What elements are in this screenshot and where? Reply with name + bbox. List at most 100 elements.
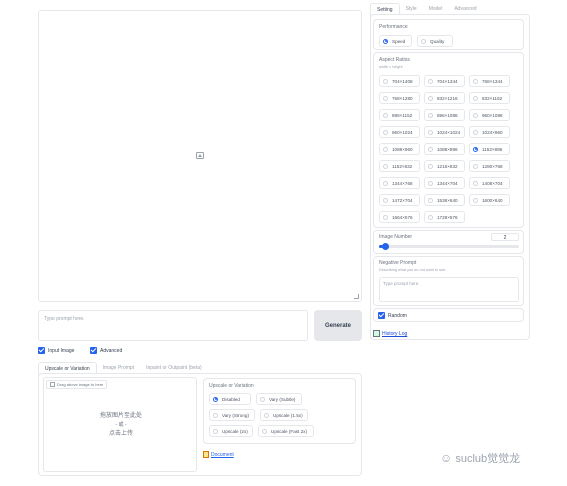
aspect-ratio-label: 1280×768 (482, 163, 503, 169)
aspect-ratio-option[interactable]: 704×1344 (424, 75, 465, 87)
radio-icon (473, 129, 478, 135)
performance-label: Performance (379, 24, 408, 30)
input-image-checkbox[interactable] (38, 347, 45, 354)
aspect-ratio-option[interactable]: 1024×960 (469, 126, 510, 138)
aspect-ratio-option[interactable]: 1088×896 (424, 143, 465, 155)
aspect-ratio-option[interactable]: 832×1152 (469, 92, 510, 104)
advanced-checkbox-row[interactable]: Advanced (90, 347, 122, 354)
document-link-row[interactable]: Document (203, 451, 234, 458)
upscale-options: Disabled Vary (Subtle) Vary (Strong) Ups… (209, 393, 355, 437)
upscale-option-disabled[interactable]: Disabled (209, 393, 251, 405)
slider-thumb[interactable] (382, 243, 390, 250)
negative-prompt-sub: Describing what you do not want to see. (379, 268, 447, 272)
negative-prompt-input[interactable]: Type prompt here. (379, 277, 519, 302)
aspect-ratio-option[interactable]: 1216×832 (424, 160, 465, 172)
upscale-option-vary-subtle[interactable]: Vary (Subtle) (256, 393, 302, 405)
radio-icon (383, 78, 388, 84)
aspect-ratio-label: 960×1088 (482, 112, 503, 118)
resize-handle[interactable] (354, 294, 359, 299)
radio-icon (428, 95, 433, 101)
aspect-ratio-option[interactable]: 1664×576 (379, 211, 420, 223)
image-number-group: Image Number 2 (373, 230, 524, 254)
option-label: Quality (430, 38, 445, 44)
aspect-ratio-option[interactable]: 1344×704 (424, 177, 465, 189)
aspect-ratio-label: 832×1216 (437, 95, 458, 101)
option-label: Upscale (Fast 2x) (271, 428, 307, 434)
watermark: ☺ suclub觉觉龙 (440, 450, 520, 466)
history-icon (373, 330, 380, 337)
radio-icon (428, 78, 433, 84)
option-label: Vary (Strong) (222, 412, 249, 418)
radio-selected-icon (473, 146, 478, 152)
document-link[interactable]: Document (211, 452, 234, 458)
aspect-ratio-label: 1216×832 (437, 163, 458, 169)
aspect-ratio-option[interactable]: 768×1344 (469, 75, 510, 87)
random-checkbox[interactable] (378, 312, 385, 319)
option-label: Upscale (2x) (222, 428, 248, 434)
aspect-ratio-label: 896×1152 (392, 112, 413, 118)
image-number-label: Image Number (379, 234, 413, 240)
upscale-option-upscale-2x[interactable]: Upscale (2x) (209, 425, 253, 437)
radio-icon (213, 428, 218, 434)
image-number-input[interactable]: 2 (491, 233, 519, 241)
radio-icon (473, 112, 478, 118)
aspect-ratio-option[interactable]: 960×1088 (469, 109, 510, 121)
aspect-ratio-option[interactable]: 768×1280 (379, 92, 420, 104)
advanced-label: Advanced (100, 347, 123, 354)
upload-dropzone[interactable]: Drag above image to here 拖放图片至此处 - 或 - 点… (43, 377, 197, 472)
drop-hint-text: Drag above image to here (57, 382, 104, 387)
prompt-input[interactable]: Type prompt here. (38, 310, 308, 341)
aspect-ratio-option[interactable]: 1024×1024 (424, 126, 465, 138)
aspect-ratio-option[interactable]: 896×1088 (424, 109, 465, 121)
aspect-ratio-option[interactable]: 704×1408 (379, 75, 420, 87)
aspect-ratio-option[interactable]: 1600×640 (469, 194, 510, 206)
radio-icon (264, 412, 269, 418)
input-image-checkbox-row[interactable]: Input Image (38, 347, 74, 354)
radio-icon (473, 180, 478, 186)
radio-icon (428, 214, 433, 220)
aspect-ratio-label: 1024×1024 (437, 129, 461, 135)
aspect-ratio-option[interactable]: 1280×768 (469, 160, 510, 172)
aspect-ratio-option[interactable]: 1152×896 (469, 143, 510, 155)
performance-option-speed[interactable]: Speed (379, 35, 412, 47)
negative-prompt-group: Negative Prompt Describing what you do n… (373, 256, 524, 306)
aspect-ratio-label: 896×1088 (437, 112, 458, 118)
upscale-group: Upscale or Variation Disabled Vary (Subt… (203, 378, 356, 444)
aspect-ratio-option[interactable]: 1344×768 (379, 177, 420, 189)
aspect-ratio-option[interactable]: 1472×704 (379, 194, 420, 206)
aspect-ratio-option[interactable]: 1152×832 (379, 160, 420, 172)
radio-icon (421, 38, 426, 44)
aspect-ratio-option[interactable]: 1728×576 (424, 211, 465, 223)
radio-icon (428, 146, 433, 152)
radio-icon (428, 180, 433, 186)
upscale-option-upscale-fast-2x[interactable]: Upscale (Fast 2x) (258, 425, 314, 437)
upscale-option-vary-strong[interactable]: Vary (Strong) (209, 409, 255, 421)
performance-option-quality[interactable]: Quality (417, 35, 453, 47)
aspect-ratio-option[interactable]: 832×1216 (424, 92, 465, 104)
aspect-ratio-option[interactable]: 1536×640 (424, 194, 465, 206)
radio-icon (213, 412, 218, 418)
aspect-ratios-sub: width × height (379, 65, 403, 69)
aspect-ratio-label: 1472×704 (392, 197, 413, 203)
aspect-ratio-label: 704×1408 (392, 78, 413, 84)
radio-icon (383, 112, 388, 118)
aspect-ratio-label: 1344×704 (437, 180, 458, 186)
aspect-ratio-label: 1536×640 (437, 197, 458, 203)
random-checkbox-row[interactable]: Random (378, 312, 407, 319)
history-link-row[interactable]: History Log (373, 330, 407, 337)
aspect-ratio-label: 704×1344 (437, 78, 458, 84)
radio-icon (383, 95, 388, 101)
upscale-option-upscale-1-5x[interactable]: Upscale (1.5x) (260, 409, 308, 421)
generate-button[interactable]: Generate (314, 310, 362, 341)
history-log-link[interactable]: History Log (382, 331, 407, 337)
aspect-ratio-option[interactable]: 1408×704 (469, 177, 510, 189)
aspect-ratio-label: 960×1024 (392, 129, 413, 135)
radio-icon (473, 95, 478, 101)
aspect-ratio-option[interactable]: 960×1024 (379, 126, 420, 138)
wechat-icon: ☺ (440, 451, 453, 465)
aspect-ratio-option[interactable]: 896×1152 (379, 109, 420, 121)
aspect-ratio-option[interactable]: 1088×960 (379, 143, 420, 155)
image-number-slider[interactable] (379, 243, 519, 250)
aspect-ratio-label: 1728×576 (437, 214, 458, 220)
advanced-checkbox[interactable] (90, 347, 97, 354)
